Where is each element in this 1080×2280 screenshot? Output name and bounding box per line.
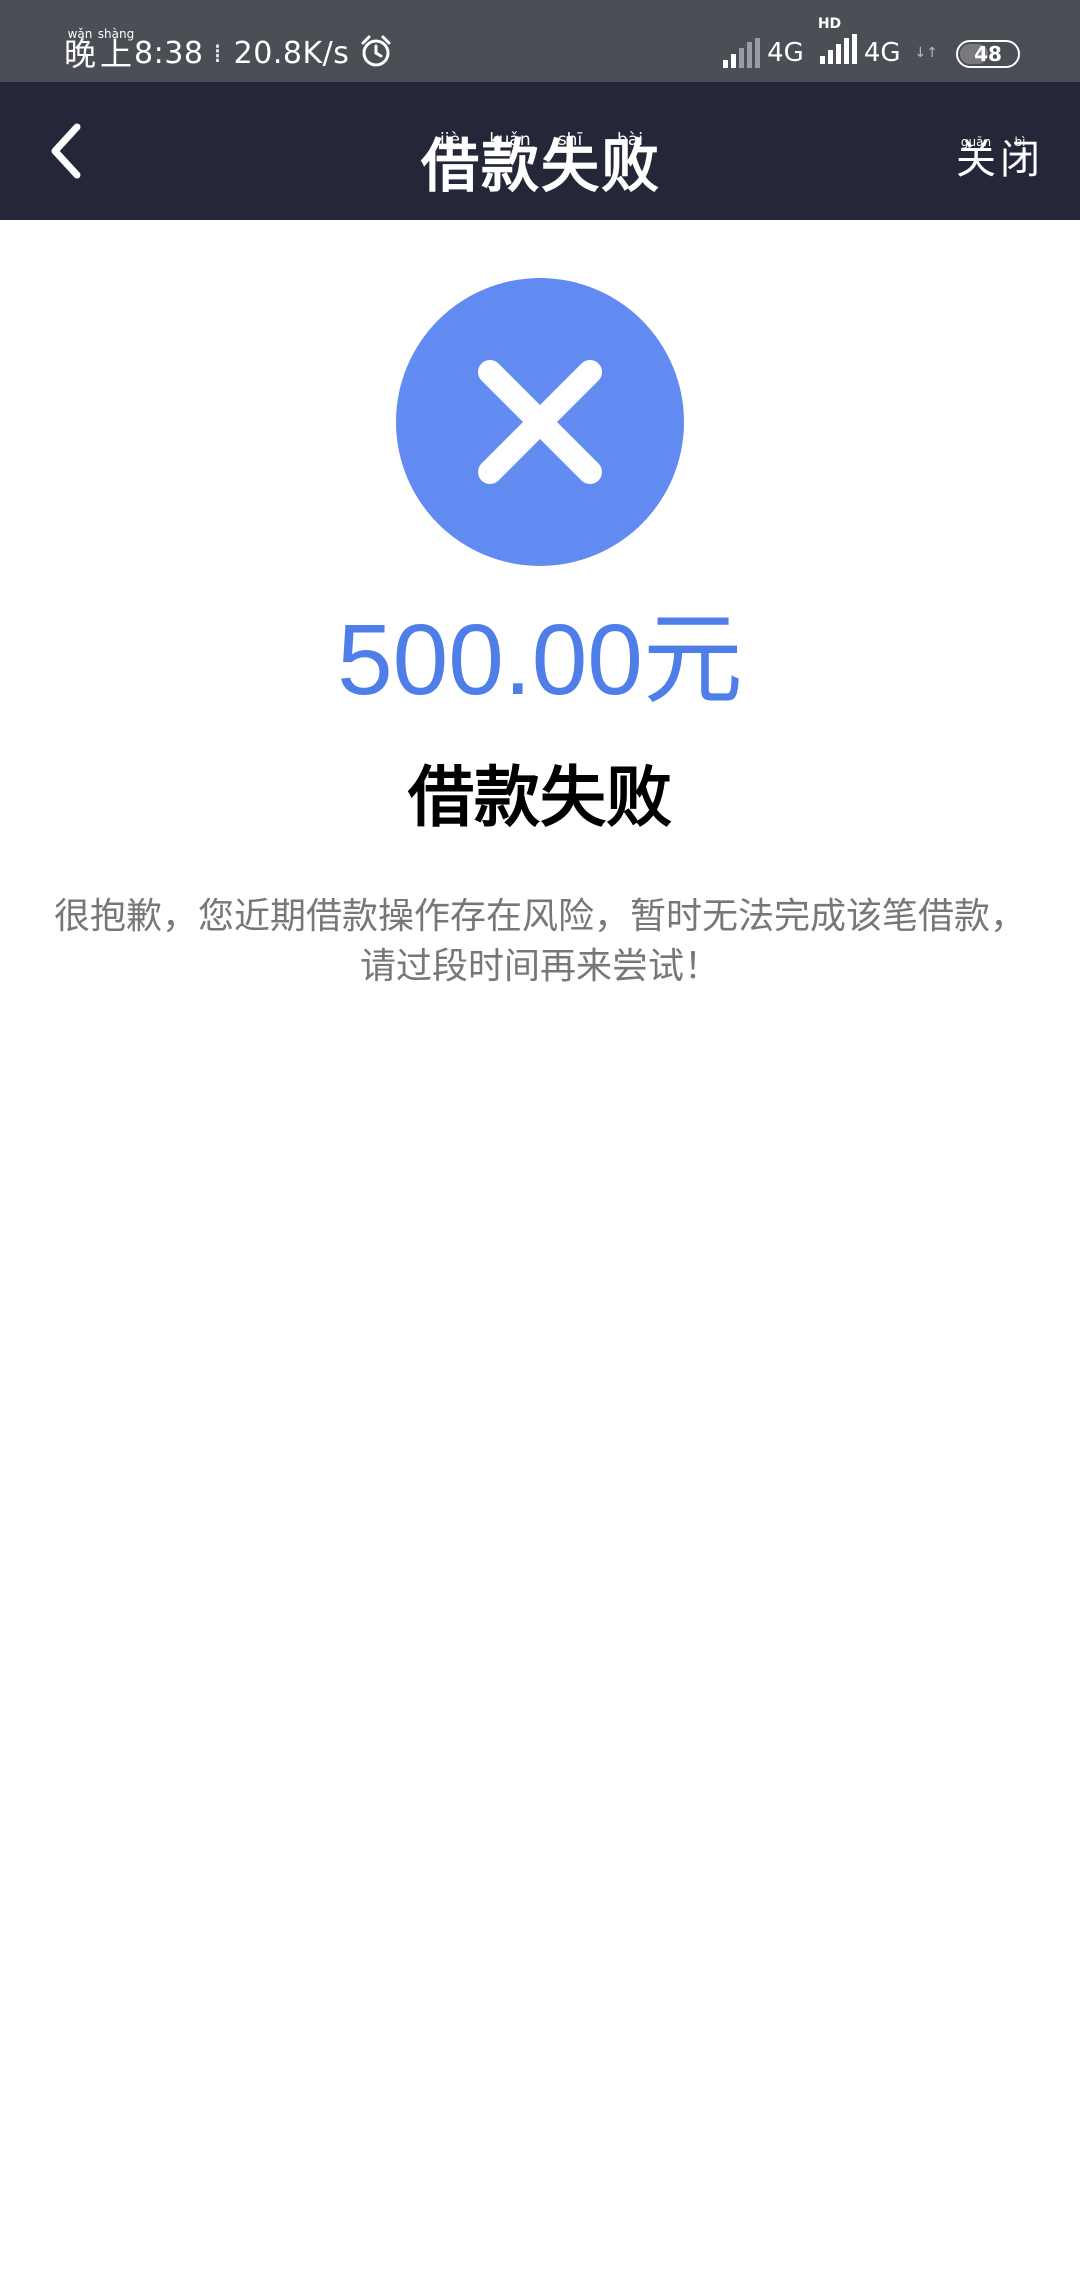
status-bar-right: 4G HD 4G ↓↑ 48 xyxy=(721,0,1020,82)
result-message-line: 很抱歉，您近期借款操作存在风险，暂时无法完成该笔借款， xyxy=(53,896,1026,937)
pinyin-annotation: shī xyxy=(557,130,583,150)
nav-bar: jiè 借 kuǎn 款 shī 失 bài 败 guān 关 bì 闭 xyxy=(0,82,1080,220)
network-type-label: 4G xyxy=(767,38,804,68)
pinyin-annotation: jiè xyxy=(440,130,460,150)
title-char: kuǎn 款 xyxy=(481,130,539,202)
close-label: guān 关 bì 闭 xyxy=(956,132,1040,188)
title-char: bài 败 xyxy=(601,130,659,202)
signal-icon xyxy=(819,34,857,64)
battery-icon: 48 xyxy=(956,40,1020,68)
pinyin-annotation: kuǎn xyxy=(489,130,531,150)
time-period-label: wǎn 晚 shàng 上 xyxy=(64,27,134,74)
network-type-label: 4G xyxy=(863,38,901,68)
data-activity-icon: ↓↑ xyxy=(914,45,938,61)
hd-signal: HD xyxy=(818,16,858,68)
alarm-icon xyxy=(361,35,391,67)
result-title: 借款失败 xyxy=(408,759,672,836)
status-bar-left: wǎn 晚 shàng 上 8:38 ⁞ 20.8K/s xyxy=(64,0,393,82)
pinyin-annotation: guān xyxy=(960,135,992,149)
pinyin-annotation: wǎn xyxy=(67,27,93,41)
title-char: jiè 借 xyxy=(421,130,479,202)
page-title-word: jiè 借 kuǎn 款 shī 失 bài 败 xyxy=(421,130,659,202)
clock-time: 8:38 xyxy=(134,36,204,71)
close-button[interactable]: guān 关 bì 闭 xyxy=(956,132,1040,188)
time-period-char: shàng 上 xyxy=(98,27,134,74)
title-char: shī 失 xyxy=(541,130,599,202)
loan-amount: 500.00元 xyxy=(337,604,743,716)
battery-level: 48 xyxy=(974,42,1002,66)
pinyin-annotation: bì xyxy=(1014,135,1026,149)
time-period-char: wǎn 晚 xyxy=(64,27,96,74)
pinyin-annotation: bài xyxy=(617,130,643,150)
page-title: jiè 借 kuǎn 款 shī 失 bài 败 xyxy=(0,130,1080,202)
signal-icon xyxy=(723,38,761,68)
close-char: guān 关 xyxy=(956,132,996,188)
network-speed: 20.8K/s xyxy=(233,36,350,71)
close-circle-icon xyxy=(396,278,684,566)
close-char: bì 闭 xyxy=(1000,132,1040,188)
status-separator: ⁞ xyxy=(213,39,222,69)
result-message-line: 请过段时间再来尝试！ xyxy=(359,946,720,987)
result-message: 很抱歉，您近期借款操作存在风险，暂时无法完成该笔借款， 请过段时间再来尝试！ xyxy=(40,892,1040,992)
x-mark-icon xyxy=(478,360,602,484)
status-bar: wǎn 晚 shàng 上 8:38 ⁞ 20.8K/s 4G HD 4G ↓↑… xyxy=(0,0,1080,82)
hd-label: HD xyxy=(817,16,842,32)
pinyin-annotation: shàng xyxy=(97,27,135,41)
